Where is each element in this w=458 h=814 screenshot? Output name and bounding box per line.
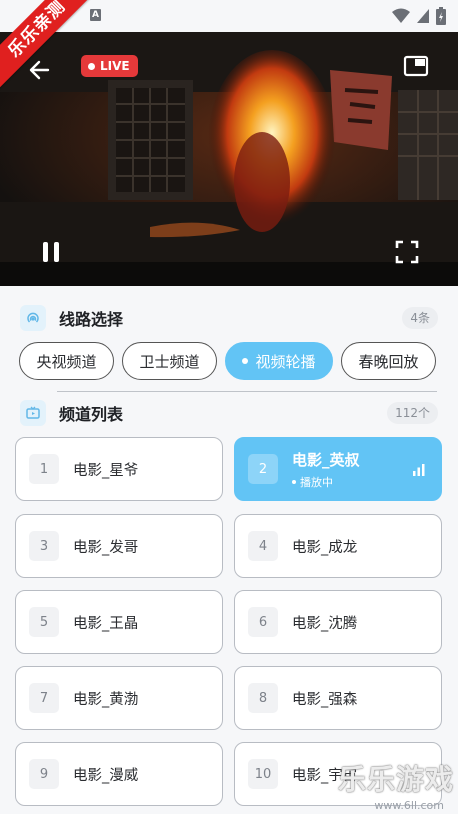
route-tab-label: 央视频道 [36,352,97,371]
pause-icon[interactable] [40,240,62,264]
channel-name: 电影_黄渤 [73,691,139,708]
route-tab-label: 卫士频道 [139,352,200,371]
channel-name: 电影_强森 [292,691,358,708]
route-tab-gala-replay[interactable]: 春晚回放 [341,342,436,380]
channels-count-badge: 112个 [387,402,438,424]
now-playing-label: 播放中 [300,475,333,489]
channel-number: 9 [29,759,59,789]
channel-card[interactable]: 4 电影_成龙 [234,514,442,578]
live-dot-icon [88,62,95,70]
routes-count-badge: 4条 [402,307,438,329]
route-tab-video-carousel[interactable]: 视频轮播 [225,342,333,380]
live-badge: LIVE [81,55,138,77]
channel-card[interactable]: 3 电影_发哥 [15,514,223,578]
channel-name: 电影_成龙 [292,539,358,556]
channel-card[interactable]: 1 电影_星爷 [15,437,223,501]
channel-number: 7 [29,683,59,713]
channel-number: 5 [29,607,59,637]
channel-number: 3 [29,531,59,561]
route-tab-label: 视频轮播 [255,352,316,371]
wifi-icon [392,8,410,23]
equalizer-bars-icon [413,464,425,476]
back-arrow-icon[interactable] [26,56,54,84]
channel-name: 电影_英叔 [292,450,360,469]
channel-number: 2 [248,454,278,484]
watermark-url: www.6ll.com [374,799,444,812]
signal-icon [417,9,429,23]
channel-card[interactable]: 5 电影_王晶 [15,590,223,654]
channel-card[interactable]: 9 电影_漫威 [15,742,223,806]
routes-header: 线路选择 4条 [20,304,438,332]
fullscreen-icon[interactable] [395,240,419,264]
channels-header: 频道列表 112个 [20,399,438,427]
section-divider [57,391,437,392]
route-tab-satellite[interactable]: 卫士频道 [122,342,217,380]
notification-icon: A [90,9,101,21]
channel-card[interactable]: 8 电影_强森 [234,666,442,730]
channel-card[interactable]: 6 电影_沈腾 [234,590,442,654]
battery-icon [436,7,446,25]
channel-name: 电影_沈腾 [292,615,358,632]
tv-icon [20,400,46,426]
route-tab-cctv[interactable]: 央视频道 [19,342,114,380]
now-playing-status: 播放中 [292,474,360,490]
status-icons [392,7,446,25]
channel-number: 10 [248,759,278,789]
channel-number: 8 [248,683,278,713]
status-dot-icon [292,479,296,484]
video-player[interactable]: LIVE [0,32,458,286]
active-dot-icon [242,358,249,364]
picture-in-picture-icon[interactable] [403,54,429,78]
channel-number: 6 [248,607,278,637]
live-label: LIVE [100,59,130,73]
channel-card-active[interactable]: 2 电影_英叔 播放中 [234,437,442,501]
channel-name: 电影_漫威 [73,767,139,784]
route-tabs: 央视频道 卫士频道 视频轮播 春晚回放 [19,342,439,382]
video-frame [0,32,458,262]
routes-title: 线路选择 [59,310,124,329]
channel-name: 电影_星爷 [73,462,139,479]
channels-title: 频道列表 [59,405,124,424]
channel-number: 1 [29,454,59,484]
route-tab-label: 春晚回放 [358,352,419,371]
channel-number: 4 [248,531,278,561]
channel-name: 电影_发哥 [73,539,139,556]
player-letterbox [0,262,458,286]
channel-card[interactable]: 7 电影_黄渤 [15,666,223,730]
brand-watermark: 乐乐游戏 [337,763,454,796]
signal-broadcast-icon [20,305,46,331]
channel-name: 电影_王晶 [73,615,139,632]
